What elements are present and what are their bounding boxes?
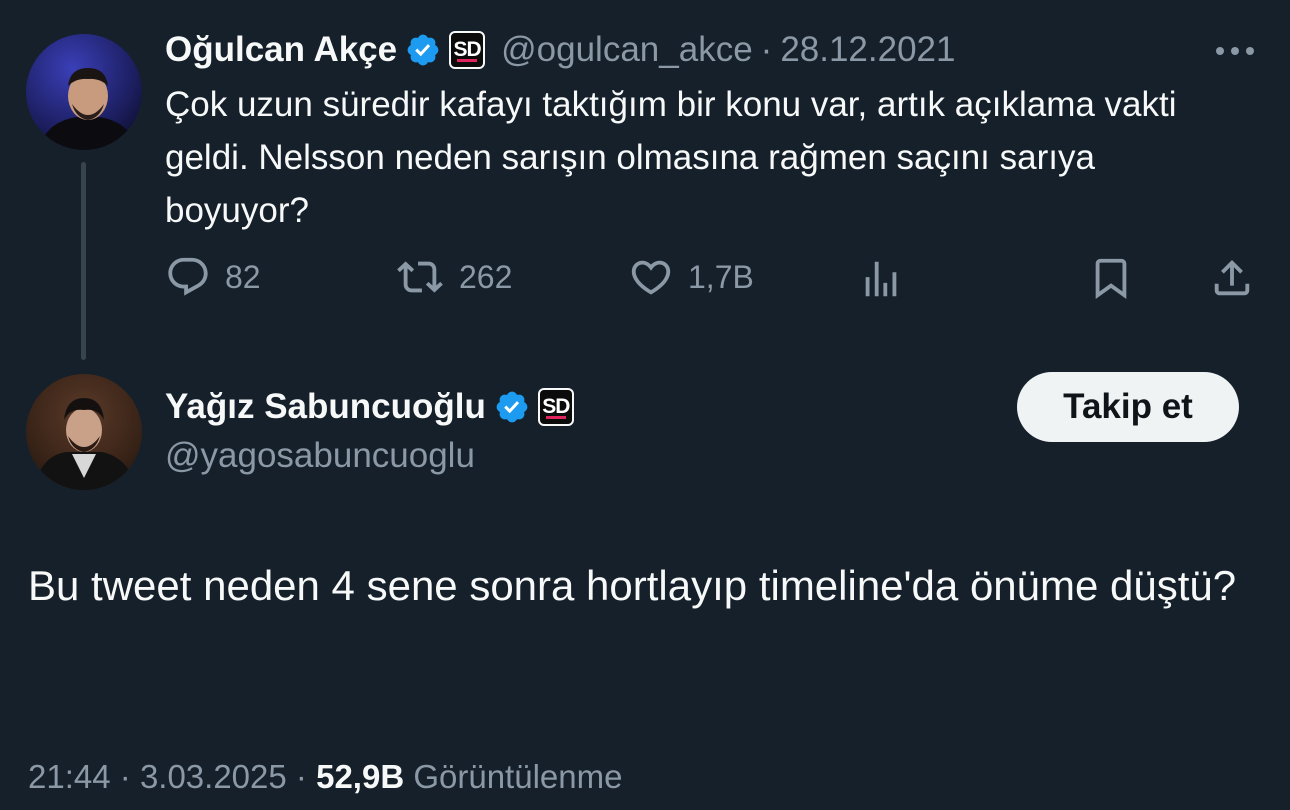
separator: · bbox=[760, 30, 773, 69]
quoted-tweet-header: Oğulcan Akçe SD @ogulcan_akce · 28.12.20… bbox=[165, 30, 955, 70]
tweet-meta: 21:44 · 3.03.2025 · 52,9B Görüntülenme bbox=[28, 758, 622, 796]
retweet-count: 262 bbox=[459, 258, 513, 295]
follow-button[interactable]: Takip et bbox=[1017, 372, 1239, 442]
avatar-yagiz[interactable] bbox=[26, 374, 142, 490]
separator: · bbox=[295, 758, 307, 795]
sd-badge: SD bbox=[449, 31, 486, 69]
retweet-button[interactable]: 262 bbox=[395, 254, 512, 300]
tweet-date[interactable]: 28.12.2021 bbox=[780, 30, 955, 70]
views-count: 52,9B bbox=[316, 758, 405, 795]
tweet-time[interactable]: 21:44 bbox=[28, 758, 111, 795]
retweet-icon bbox=[397, 261, 443, 293]
sd-badge: SD bbox=[537, 388, 574, 426]
bookmark-icon[interactable] bbox=[1088, 254, 1134, 307]
verified-icon bbox=[496, 391, 528, 423]
reply-button[interactable]: 82 bbox=[165, 254, 261, 300]
like-count: 1,7B bbox=[688, 258, 754, 295]
author-handle[interactable]: @yagosabuncuoglu bbox=[165, 436, 475, 476]
verified-icon bbox=[407, 34, 439, 66]
thread-line bbox=[81, 162, 86, 360]
reply-count: 82 bbox=[225, 258, 261, 295]
more-icon[interactable] bbox=[1212, 36, 1258, 71]
quoted-tweet-text: Çok uzun süredir kafayı taktığım bir kon… bbox=[165, 85, 1177, 230]
like-button[interactable]: 1,7B bbox=[628, 254, 754, 300]
avatar-ogulcan[interactable] bbox=[26, 34, 142, 150]
separator: · bbox=[119, 758, 131, 795]
like-icon bbox=[631, 260, 671, 295]
reply-icon bbox=[168, 257, 208, 296]
views-icon[interactable] bbox=[858, 256, 904, 307]
author-name[interactable]: Yağız Sabuncuoğlu bbox=[165, 387, 486, 427]
tweet-date[interactable]: 3.03.2025 bbox=[140, 758, 287, 795]
main-tweet-text: Bu tweet neden 4 sene sonra hortlayıp ti… bbox=[28, 562, 1237, 609]
share-icon[interactable] bbox=[1209, 254, 1255, 307]
views-label: Görüntülenme bbox=[413, 758, 623, 795]
author-handle[interactable]: @ogulcan_akce bbox=[501, 30, 753, 70]
author-name[interactable]: Oğulcan Akçe bbox=[165, 30, 397, 70]
main-tweet-header: Yağız Sabuncuoğlu SD bbox=[165, 387, 574, 427]
